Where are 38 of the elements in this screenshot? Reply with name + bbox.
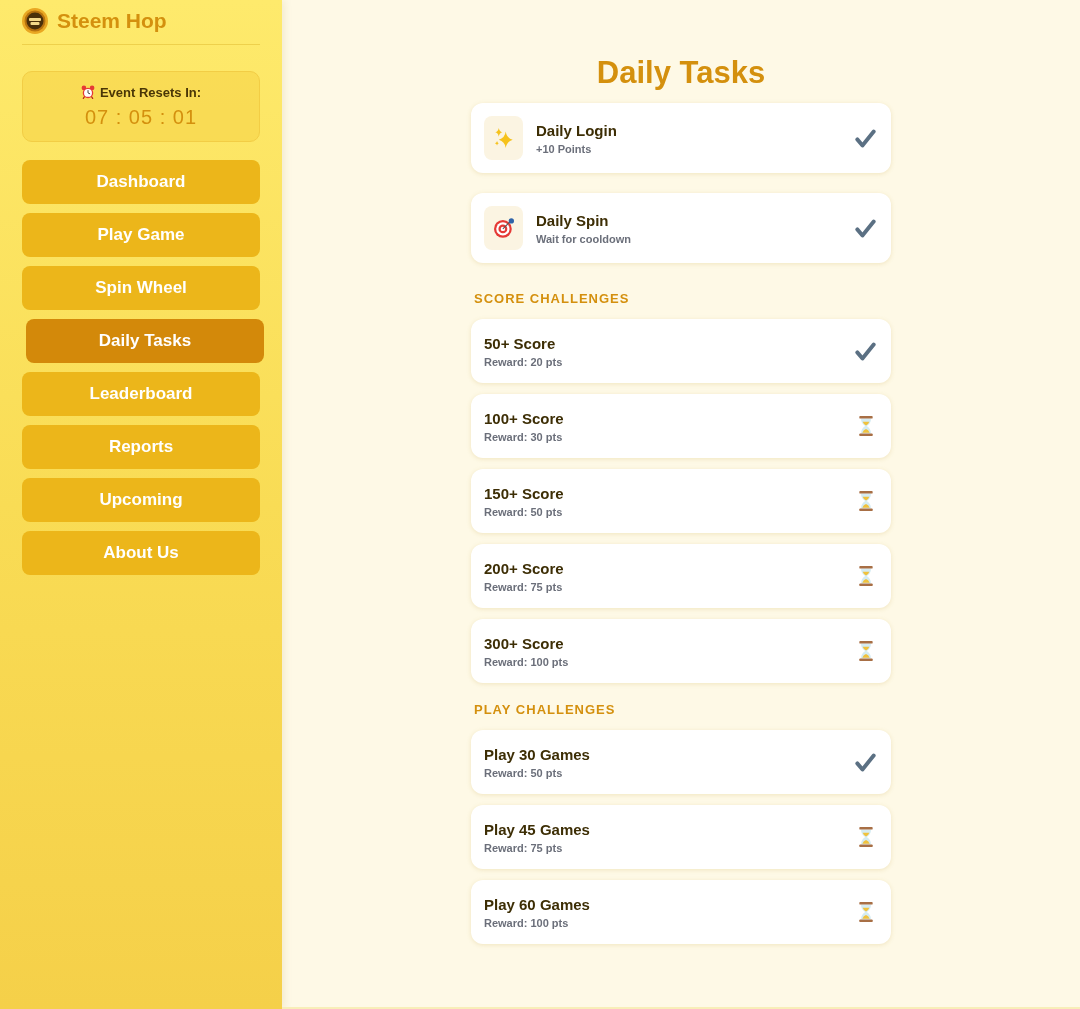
task-description: Wait for cooldown <box>536 232 632 245</box>
nav-button[interactable]: About Us <box>22 531 260 575</box>
challenge-title: Play 30 Games <box>484 745 591 763</box>
nav-button[interactable]: Daily Tasks <box>26 319 264 363</box>
task-description: +10 Points <box>536 142 593 155</box>
challenge-reward: Reward: 75 pts <box>484 580 564 593</box>
alarm-clock-icon <box>80 85 95 99</box>
timer-label: Event Resets In: <box>99 84 202 100</box>
challenge-reward: Reward: 30 pts <box>484 430 564 443</box>
challenge-reward: Reward: 100 pts <box>484 655 570 668</box>
challenge-title: 200+ Score <box>484 559 565 577</box>
nav-button[interactable]: Leaderboard <box>22 372 260 416</box>
section-heading: PLAY CHALLENGES <box>474 702 617 718</box>
nav-button[interactable]: Dashboard <box>22 160 260 204</box>
challenge-reward: Reward: 50 pts <box>484 766 564 779</box>
countdown-timer: 07 : 05 : 01 <box>84 105 198 129</box>
nav-button[interactable]: Play Game <box>22 213 260 257</box>
challenge-title: 100+ Score <box>484 409 565 427</box>
nav-button[interactable]: Spin Wheel <box>22 266 260 310</box>
target-icon <box>493 218 514 238</box>
task-title: Daily Login <box>536 121 618 139</box>
nav-button[interactable]: Upcoming <box>22 478 260 522</box>
sparkles-icon <box>493 128 514 148</box>
section-heading: SCORE CHALLENGES <box>474 291 631 307</box>
nav-button[interactable]: Reports <box>22 425 260 469</box>
challenge-reward: Reward: 20 pts <box>484 355 564 368</box>
challenge-title: 150+ Score <box>484 484 565 502</box>
task-title: Daily Spin <box>536 211 610 229</box>
challenge-title: Play 60 Games <box>484 895 591 913</box>
page-title: Daily Tasks <box>596 54 766 92</box>
logo-text: Steem Hop <box>57 9 167 33</box>
challenge-reward: Reward: 50 pts <box>484 505 564 518</box>
challenge-title: Play 45 Games <box>484 820 591 838</box>
challenge-reward: Reward: 100 pts <box>484 916 570 929</box>
logo-coin-icon <box>22 8 48 34</box>
challenge-reward: Reward: 75 pts <box>484 841 564 854</box>
challenge-title: 50+ Score <box>484 334 557 352</box>
challenge-title: 300+ Score <box>484 634 565 652</box>
